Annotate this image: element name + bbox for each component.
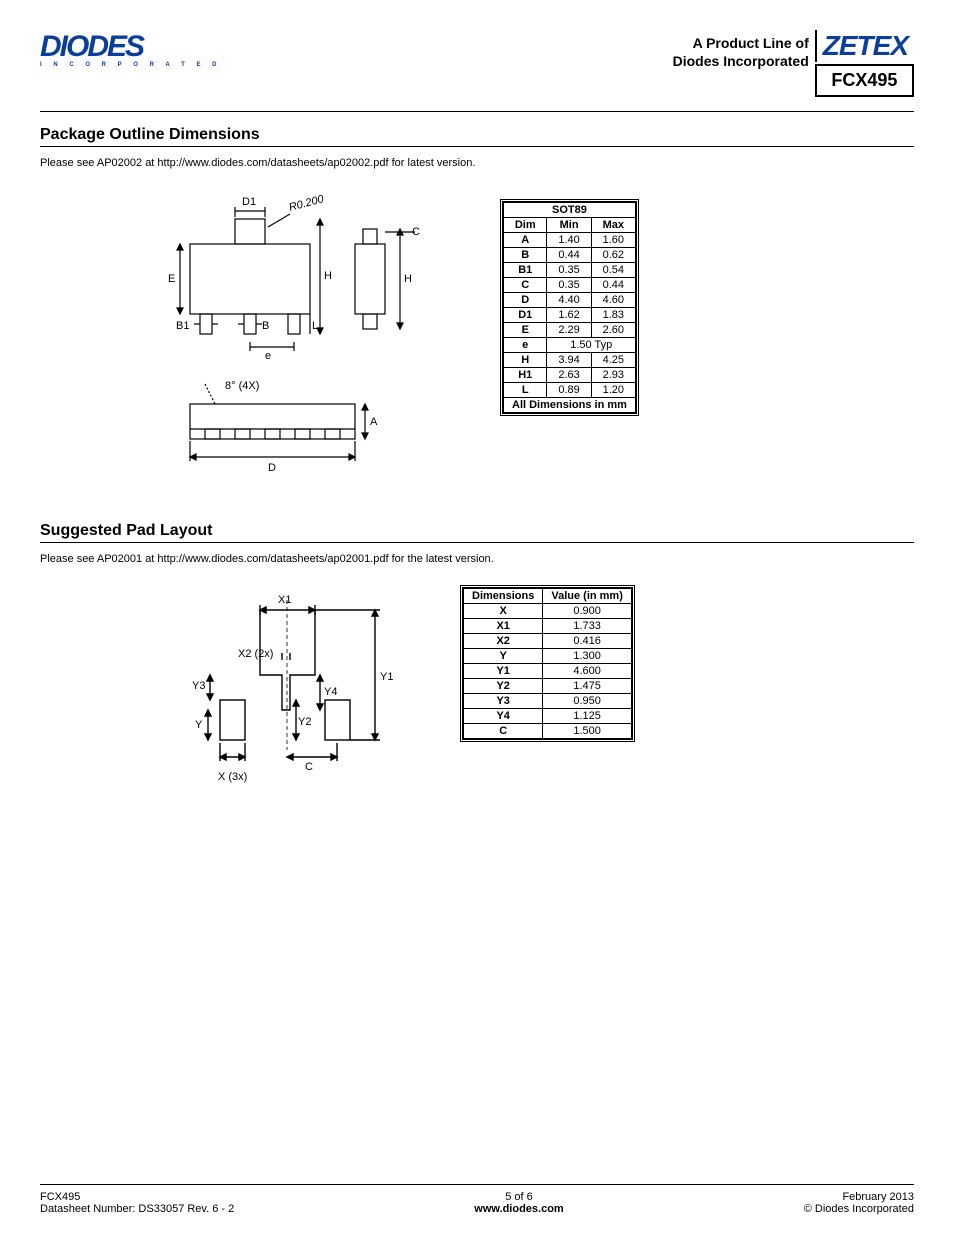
- table-row: L0.891.20: [504, 383, 636, 398]
- lbl-c: C: [412, 226, 420, 238]
- outline-diagram: D1 R0.200 C E H H B1 B L e 8° (4X) A D: [150, 189, 440, 482]
- table-row: C1.500: [464, 724, 632, 739]
- table-row: C0.350.44: [504, 278, 636, 293]
- page-header: DIODES I N C O R P O R A T E D A Product…: [40, 30, 914, 97]
- lbl-b: B: [262, 320, 269, 332]
- lbl-y2: Y2: [298, 716, 311, 728]
- table-footer: All Dimensions in mm: [504, 398, 636, 413]
- lbl-e-cap: E: [168, 273, 175, 285]
- section-title-pad: Suggested Pad Layout: [40, 522, 914, 543]
- zetex-logo: ZETEX: [815, 30, 914, 62]
- lbl-l: L: [312, 320, 318, 332]
- header-rule: [40, 111, 914, 112]
- table-row: A1.401.60: [504, 233, 636, 248]
- pad-table: Dimensions Value (in mm) X0.900X11.733X2…: [460, 585, 635, 742]
- tbl1-h2: Max: [591, 218, 635, 233]
- table-row: X20.416: [464, 634, 632, 649]
- table-row: D11.621.83: [504, 308, 636, 323]
- lbl-angle: 8° (4X): [225, 380, 259, 392]
- product-line-2: Diodes Incorporated: [673, 52, 809, 70]
- table-row: E2.292.60: [504, 323, 636, 338]
- section-title-outline: Package Outline Dimensions: [40, 126, 914, 147]
- tbl1-h1: Min: [547, 218, 591, 233]
- lbl-d1: D1: [242, 196, 256, 208]
- tbl2-h1: Value (in mm): [543, 589, 632, 604]
- lbl-y4: Y4: [324, 686, 337, 698]
- lbl-a: A: [370, 416, 378, 428]
- logo-subtext: I N C O R P O R A T E D: [40, 62, 221, 68]
- part-number-box: FCX495: [815, 64, 914, 97]
- pad-content: X1 X2 (2x) Y1 Y3 Y4 Y2 Y C X (3x) Dimens…: [40, 585, 914, 808]
- table-row: B0.440.62: [504, 248, 636, 263]
- table-row: H12.632.93: [504, 368, 636, 383]
- lbl-y1: Y1: [380, 671, 393, 683]
- lbl-b1: B1: [176, 320, 189, 332]
- lbl-d: D: [268, 462, 276, 474]
- lbl-h: H: [324, 270, 332, 282]
- outline-content: D1 R0.200 C E H H B1 B L e 8° (4X) A D: [40, 189, 914, 482]
- tbl2-h0: Dimensions: [464, 589, 543, 604]
- footer-page: 5 of 6: [474, 1191, 563, 1203]
- outline-table: SOT89 Dim Min Max A1.401.60B0.440.62B10.…: [500, 199, 639, 416]
- diodes-logo: DIODES I N C O R P O R A T E D: [40, 30, 221, 68]
- table-row: Y41.125: [464, 709, 632, 724]
- lbl-y: Y: [195, 719, 203, 731]
- pad-note: Please see AP02001 at http://www.diodes.…: [40, 553, 914, 565]
- table-row: X0.900: [464, 604, 632, 619]
- lbl-h2: H: [404, 273, 412, 285]
- table-row: B10.350.54: [504, 263, 636, 278]
- page-footer: FCX495 Datasheet Number: DS33057 Rev. 6 …: [40, 1184, 914, 1215]
- table-row: e1.50 Typ: [504, 338, 636, 353]
- lbl-x: X (3x): [218, 771, 247, 783]
- logo-text: DIODES: [40, 30, 221, 64]
- product-line-1: A Product Line of: [673, 34, 809, 52]
- footer-copy: © Diodes Incorporated: [804, 1203, 914, 1215]
- table-row: X11.733: [464, 619, 632, 634]
- lbl-x2: X2 (2x): [238, 648, 273, 660]
- footer-dsnum: Datasheet Number: DS33057 Rev. 6 - 2: [40, 1203, 234, 1215]
- lbl-e: e: [265, 350, 271, 362]
- lbl-c2: C: [305, 761, 313, 773]
- header-right: A Product Line of Diodes Incorporated ZE…: [673, 30, 914, 97]
- table-row: Y21.475: [464, 679, 632, 694]
- lbl-y3: Y3: [192, 680, 205, 692]
- pad-diagram: X1 X2 (2x) Y1 Y3 Y4 Y2 Y C X (3x): [170, 585, 400, 808]
- table-row: D4.404.60: [504, 293, 636, 308]
- tbl1-title: SOT89: [504, 203, 636, 218]
- tbl1-h0: Dim: [504, 218, 547, 233]
- footer-url: www.diodes.com: [474, 1203, 563, 1215]
- footer-part: FCX495: [40, 1191, 234, 1203]
- table-row: Y14.600: [464, 664, 632, 679]
- lbl-x1: X1: [278, 594, 291, 606]
- footer-date: February 2013: [804, 1191, 914, 1203]
- table-row: H3.944.25: [504, 353, 636, 368]
- lbl-r: R0.200: [288, 193, 326, 214]
- table-row: Y30.950: [464, 694, 632, 709]
- outline-note: Please see AP02002 at http://www.diodes.…: [40, 157, 914, 169]
- table-row: Y1.300: [464, 649, 632, 664]
